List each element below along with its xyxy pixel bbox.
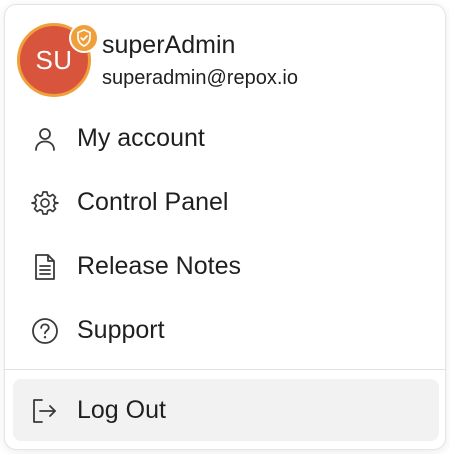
user-profile-header: SU superAdmin superadmin@repox.io bbox=[5, 5, 445, 109]
gear-icon bbox=[31, 189, 59, 217]
menu-item-control-panel[interactable]: Control Panel bbox=[13, 174, 439, 230]
logout-button[interactable]: Log Out bbox=[13, 379, 439, 441]
menu-item-my-account[interactable]: My account bbox=[13, 110, 439, 166]
menu-divider bbox=[5, 369, 445, 370]
user-menu-dropdown: SU superAdmin superadmin@repox.io My acc… bbox=[4, 4, 446, 450]
menu-item-label: Support bbox=[77, 316, 165, 344]
logout-label: Log Out bbox=[77, 396, 166, 424]
shield-check-icon bbox=[76, 29, 92, 47]
user-email: superadmin@repox.io bbox=[102, 67, 298, 89]
user-icon bbox=[31, 125, 59, 153]
menu-item-support[interactable]: Support bbox=[13, 302, 439, 358]
help-circle-icon bbox=[31, 317, 59, 345]
menu-item-label: Release Notes bbox=[77, 252, 241, 280]
menu-item-label: My account bbox=[77, 124, 205, 152]
document-icon bbox=[31, 253, 59, 281]
logout-icon bbox=[31, 397, 59, 425]
avatar-container: SU bbox=[17, 23, 99, 97]
menu-item-release-notes[interactable]: Release Notes bbox=[13, 238, 439, 294]
admin-shield-badge bbox=[69, 23, 99, 53]
menu-item-label: Control Panel bbox=[77, 188, 229, 216]
avatar-initials: SU bbox=[35, 44, 73, 75]
user-name: superAdmin bbox=[102, 31, 236, 59]
